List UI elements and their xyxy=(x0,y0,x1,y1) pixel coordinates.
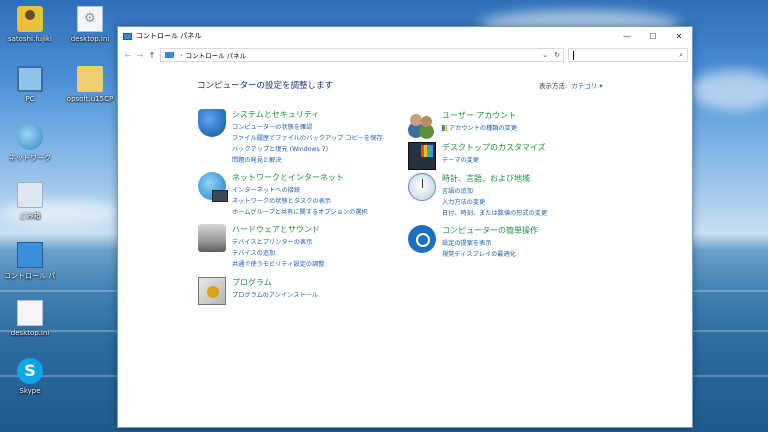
category-title[interactable]: 時計、言語、および地域 xyxy=(442,173,547,184)
category-title[interactable]: ユーザー アカウント xyxy=(442,110,517,121)
desktop-icon-control-panel[interactable]: コントロール パネル xyxy=(4,242,56,281)
category-link[interactable]: 日付、時刻、または数値の形式の変更 xyxy=(442,208,547,219)
search-input[interactable]: ⌕ xyxy=(568,48,688,62)
category-link[interactable]: テーマの変更 xyxy=(442,155,546,166)
back-arrow-icon[interactable]: ← xyxy=(122,51,134,60)
category-link[interactable]: 入力方法の変更 xyxy=(442,197,547,208)
programs-disc-icon[interactable] xyxy=(198,277,226,305)
appearance-monitor-icon[interactable] xyxy=(408,142,436,170)
category-title[interactable]: ネットワークとインターネット xyxy=(232,172,368,183)
category-title[interactable]: プログラム xyxy=(232,277,318,288)
category-link[interactable]: アカウントの種類の変更 xyxy=(442,123,517,134)
category-network-internet: ネットワークとインターネット インターネットへの接続 ネットワークの状態とタスク… xyxy=(198,172,368,218)
ease-of-access-icon[interactable] xyxy=(408,225,436,253)
desktop-icon-skype[interactable]: S Skype xyxy=(4,358,56,395)
minimize-button[interactable]: — xyxy=(614,27,640,45)
category-clock-region: 時計、言語、および地域 言語の追加 入力方法の変更 日付、時刻、または数値の形式… xyxy=(408,173,547,219)
category-link[interactable]: コンピューターの状態を確認 xyxy=(232,122,382,133)
category-link[interactable]: 問題の発見と解決 xyxy=(232,155,382,166)
desktop-icon-label: desktop.ini xyxy=(70,35,110,43)
user-accounts-icon[interactable] xyxy=(408,110,436,138)
computer-icon xyxy=(17,66,43,92)
category-title[interactable]: ハードウェアとサウンド xyxy=(232,224,324,235)
desktop-icon-label: ごみ箱 xyxy=(19,212,41,220)
category-programs: プログラム プログラムのアンインストール xyxy=(198,277,318,305)
category-title[interactable]: システムとセキュリティ xyxy=(232,109,382,120)
category-system-security: システムとセキュリティ コンピューターの状態を確認 ファイル履歴でファイルのバッ… xyxy=(198,109,382,166)
category-link[interactable]: ネットワークの状態とタスクの表示 xyxy=(232,196,368,207)
skype-icon: S xyxy=(17,358,43,384)
cloud xyxy=(690,70,768,110)
control-panel-crumb-icon xyxy=(165,52,174,58)
category-link[interactable]: デバイスとプリンターの表示 xyxy=(232,237,324,248)
desktop-icon-user-folder[interactable]: satoshi.fujiki xyxy=(4,6,56,43)
desktop-icon-label: コントロール パネル xyxy=(4,272,56,280)
category-link[interactable]: 視覚ディスプレイの最適化 xyxy=(442,249,538,260)
desktop-icon-label: opsoft.u15CP xyxy=(66,95,114,103)
control-panel-app-icon xyxy=(123,32,132,40)
address-dropdown-icon[interactable]: ⌄ xyxy=(539,51,551,59)
title-bar[interactable]: コントロール パネル — ☐ ✕ xyxy=(118,27,692,45)
network-icon xyxy=(17,124,43,150)
category-hardware-sound: ハードウェアとサウンド デバイスとプリンターの表示 デバイスの追加 共通で使うモ… xyxy=(198,224,324,270)
user-folder-icon xyxy=(17,6,43,32)
address-row: ← → ↑ › コントロール パネル ⌄ ↻ ⌕ xyxy=(118,45,692,65)
control-panel-window: コントロール パネル — ☐ ✕ ← → ↑ › コントロール パネル ⌄ ↻ … xyxy=(117,26,693,428)
printer-icon[interactable] xyxy=(198,224,226,252)
maximize-button[interactable]: ☐ xyxy=(640,27,666,45)
up-arrow-icon[interactable]: ↑ xyxy=(146,51,158,60)
text-cursor xyxy=(573,50,574,60)
desktop-icon-label: satoshi.fujiki xyxy=(7,35,52,43)
desktop-icon-label: PC xyxy=(25,95,35,103)
category-link[interactable]: ファイル履歴でファイルのバックアップ コピーを保存 xyxy=(232,133,382,144)
settings-file-icon xyxy=(77,6,103,32)
breadcrumb-control-panel[interactable]: コントロール パネル xyxy=(186,50,247,60)
close-button[interactable]: ✕ xyxy=(666,27,692,45)
view-by-dropdown[interactable]: カテゴリ ▾ xyxy=(571,82,602,90)
view-by-label: 表示方法: xyxy=(539,82,568,90)
page-title: コンピューターの設定を調整します xyxy=(197,81,334,91)
category-title[interactable]: コンピューターの簡単操作 xyxy=(442,225,538,236)
control-panel-icon xyxy=(17,242,43,268)
category-link[interactable]: 設定の提案を表示 xyxy=(442,238,538,249)
folder-icon xyxy=(77,66,103,92)
view-by: 表示方法: カテゴリ ▾ xyxy=(539,80,603,90)
file-icon xyxy=(17,300,43,326)
category-link[interactable]: インターネットへの接続 xyxy=(232,185,368,196)
clock-globe-icon[interactable] xyxy=(408,173,436,201)
desktop-icon-recycle-bin[interactable]: ごみ箱 xyxy=(4,182,56,221)
network-globe-icon[interactable] xyxy=(198,172,228,202)
desktop-icon-pc[interactable]: PC xyxy=(4,66,56,103)
desktop-icon-network[interactable]: ネットワーク xyxy=(4,124,56,163)
search-icon[interactable]: ⌕ xyxy=(679,51,683,60)
category-user-accounts: ユーザー アカウント アカウントの種類の変更 xyxy=(408,110,517,138)
category-link[interactable]: 言語の追加 xyxy=(442,186,547,197)
desktop-icon-label: desktop.ini xyxy=(10,329,50,337)
category-link[interactable]: デバイスの追加 xyxy=(232,248,324,259)
forward-arrow-icon[interactable]: → xyxy=(134,51,146,60)
category-title[interactable]: デスクトップのカスタマイズ xyxy=(442,142,546,153)
security-shield-icon[interactable] xyxy=(198,109,226,137)
desktop-icon-label: Skype xyxy=(19,387,41,395)
desktop-icon-label: ネットワーク xyxy=(9,154,51,162)
category-link[interactable]: 共通で使うモビリティ設定の調整 xyxy=(232,259,324,270)
window-title: コントロール パネル xyxy=(136,32,202,40)
desktop-icon-folder[interactable]: opsoft.u15CP xyxy=(64,66,116,103)
breadcrumb-separator: › xyxy=(180,51,183,59)
category-link[interactable]: プログラムのアンインストール xyxy=(232,290,318,301)
desktop-icon-desktop-ini-2[interactable]: desktop.ini xyxy=(4,300,56,337)
category-appearance: デスクトップのカスタマイズ テーマの変更 xyxy=(408,142,546,170)
address-bar[interactable]: › コントロール パネル ⌄ ↻ xyxy=(160,48,564,62)
recycle-bin-icon xyxy=(17,182,43,208)
category-link[interactable]: バックアップと復元 (Windows 7) xyxy=(232,144,382,155)
refresh-icon[interactable]: ↻ xyxy=(551,51,563,59)
category-link[interactable]: ホームグループと共有に関するオプションの選択 xyxy=(232,207,368,218)
category-ease-of-access: コンピューターの簡単操作 設定の提案を表示 視覚ディスプレイの最適化 xyxy=(408,225,538,260)
desktop-icon-desktop-ini[interactable]: desktop.ini xyxy=(64,6,116,43)
